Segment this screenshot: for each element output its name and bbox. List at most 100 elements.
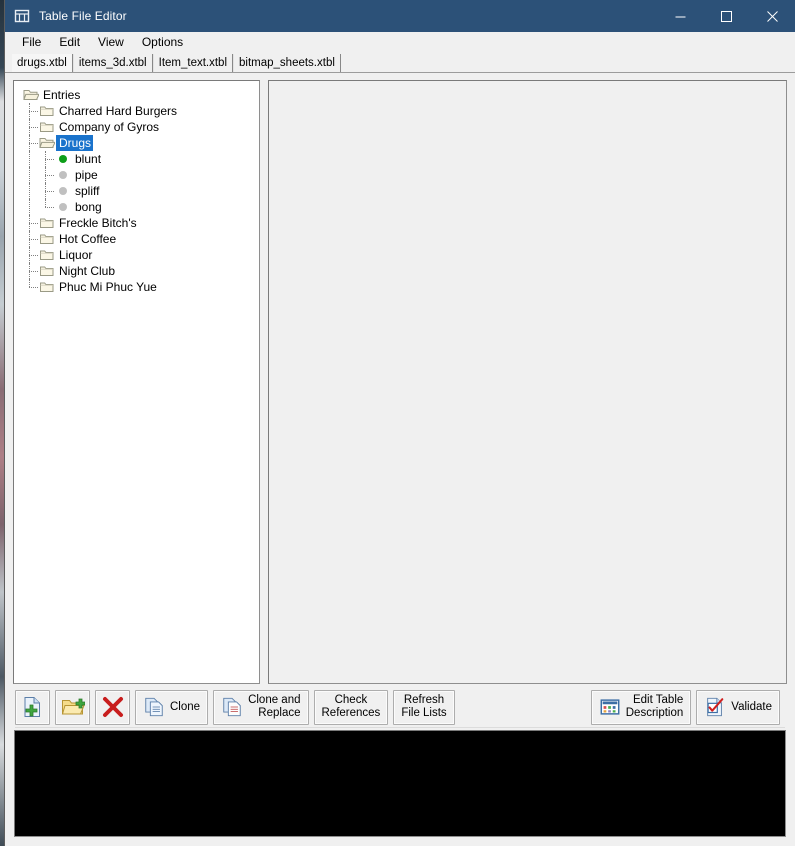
folder-closed-icon (38, 231, 56, 247)
tree-item-label: Liquor (59, 248, 93, 262)
new-entry-button[interactable] (15, 689, 50, 725)
clone-button[interactable]: Clone (135, 689, 209, 725)
menu-item-edit[interactable]: Edit (50, 33, 89, 52)
clone-and-replace-label: Clone and Replace (248, 694, 300, 720)
folder-closed-icon (38, 263, 56, 279)
tree-item[interactable]: Charred Hard Burgers (14, 103, 259, 119)
tree-guide (22, 103, 38, 119)
tree-item[interactable]: Company of Gyros (14, 119, 259, 135)
table-app-icon (14, 8, 30, 24)
bullet-green-icon (54, 151, 72, 167)
menu-bar: File Edit View Options (5, 32, 795, 54)
close-button[interactable] (749, 0, 795, 32)
check-references-label: Check References (322, 694, 381, 720)
tree-item-label: Phuc Mi Phuc Yue (59, 280, 157, 294)
tab-item-text-xtbl[interactable]: Item_text.xtbl (152, 54, 234, 72)
tree-guide (22, 151, 38, 167)
bullet-gray-icon (54, 183, 72, 199)
minimize-button[interactable] (657, 0, 703, 32)
tree-item-label: Company of Gyros (59, 120, 160, 134)
tree-item[interactable]: Night Club (14, 263, 259, 279)
refresh-file-lists-button[interactable]: Refresh File Lists (393, 689, 455, 725)
checkbox-red-icon (707, 697, 724, 717)
maximize-button[interactable] (703, 0, 749, 32)
copy-replace-icon (223, 697, 241, 717)
file-tab-strip: drugs.xtbl items_3d.xtbl Item_text.xtbl … (5, 54, 795, 73)
table-grid-icon (600, 699, 620, 715)
window-title: Table File Editor (39, 9, 127, 23)
output-console[interactable] (14, 730, 786, 837)
tree-item[interactable]: Freckle Bitch's (14, 215, 259, 231)
tree-item-label: spliff (75, 184, 100, 198)
edit-table-description-line1: Edit Table (632, 694, 684, 706)
tree-item[interactable]: Phuc Mi Phuc Yue (14, 279, 259, 295)
tree-guide (38, 151, 54, 167)
tree-guide (22, 183, 38, 199)
folder-open-icon (22, 87, 40, 103)
tab-bitmap-sheets-xtbl[interactable]: bitmap_sheets.xtbl (233, 54, 341, 72)
entries-tree: Entries Charred Hard Burgers Company of Gy… (14, 81, 259, 295)
entry-detail-panel[interactable] (268, 80, 787, 684)
check-references-line2: References (321, 707, 381, 719)
edit-table-description-label: Edit Table Description (626, 694, 684, 720)
delete-x-icon (102, 697, 123, 717)
tree-guide (22, 119, 38, 135)
entries-tree-panel[interactable]: Entries Charred Hard Burgers Company of Gy… (13, 80, 260, 684)
tree-item[interactable]: blunt (14, 151, 259, 167)
tree-guide (38, 167, 54, 183)
new-file-icon (24, 697, 40, 717)
tree-item-label: Drugs (56, 135, 94, 151)
clone-and-replace-line2: Replace (258, 707, 301, 719)
tab-drugs-xtbl[interactable]: drugs.xtbl (11, 54, 73, 72)
open-file-button[interactable] (55, 689, 90, 725)
tree-guide (38, 183, 54, 199)
clone-button-label: Clone (170, 701, 201, 713)
folder-closed-icon (38, 279, 56, 295)
refresh-file-lists-label: Refresh File Lists (401, 694, 446, 720)
tree-item[interactable]: Hot Coffee (14, 231, 259, 247)
tree-item-label: Hot Coffee (59, 232, 117, 246)
tree-item[interactable]: bong (14, 199, 259, 215)
check-references-line1: Check (334, 694, 368, 706)
action-toolbar: Clone Clone and Replace Check References (5, 684, 795, 730)
app-window: Table File Editor File Edit View Options… (5, 0, 795, 846)
panel-splitter[interactable] (260, 80, 268, 684)
tree-item-label: blunt (75, 152, 102, 166)
tree-item[interactable]: Liquor (14, 247, 259, 263)
console-wrapper (5, 730, 795, 846)
clone-and-replace-button[interactable]: Clone and Replace (213, 689, 309, 725)
tree-guide (38, 199, 54, 215)
copy-icon (145, 697, 163, 717)
tree-item-label: bong (75, 200, 102, 214)
tree-guide (22, 247, 38, 263)
tree-guide (22, 231, 38, 247)
tree-item-label: Charred Hard Burgers (59, 104, 178, 118)
edit-table-description-button[interactable]: Edit Table Description (590, 689, 692, 725)
bullet-gray-icon (54, 167, 72, 183)
tree-item[interactable]: spliff (14, 183, 259, 199)
check-references-button[interactable]: Check References (313, 689, 389, 725)
menu-item-file[interactable]: File (13, 33, 50, 52)
tree-item[interactable]: Entries (14, 87, 259, 103)
tree-item[interactable]: pipe (14, 167, 259, 183)
open-folder-icon (61, 698, 85, 715)
tree-item-label: Freckle Bitch's (59, 216, 137, 230)
menu-item-view[interactable]: View (89, 33, 133, 52)
folder-closed-icon (38, 247, 56, 263)
tree-guide (22, 263, 38, 279)
tree-guide (22, 199, 38, 215)
tree-item-label: pipe (75, 168, 98, 182)
delete-entry-button[interactable] (95, 689, 130, 725)
folder-closed-icon (38, 103, 56, 119)
validate-button[interactable]: Validate (696, 689, 780, 725)
tree-guide (22, 167, 38, 183)
folder-closed-icon (38, 215, 56, 231)
folder-closed-icon (38, 119, 56, 135)
folder-open-icon (38, 135, 56, 151)
menu-item-options[interactable]: Options (133, 33, 192, 52)
tab-items-3d-xtbl[interactable]: items_3d.xtbl (72, 54, 153, 72)
tree-item[interactable]: Drugs (14, 135, 259, 151)
bullet-gray-icon (54, 199, 72, 215)
refresh-file-lists-line1: Refresh (403, 694, 445, 706)
clone-and-replace-line1: Clone and (248, 694, 301, 706)
